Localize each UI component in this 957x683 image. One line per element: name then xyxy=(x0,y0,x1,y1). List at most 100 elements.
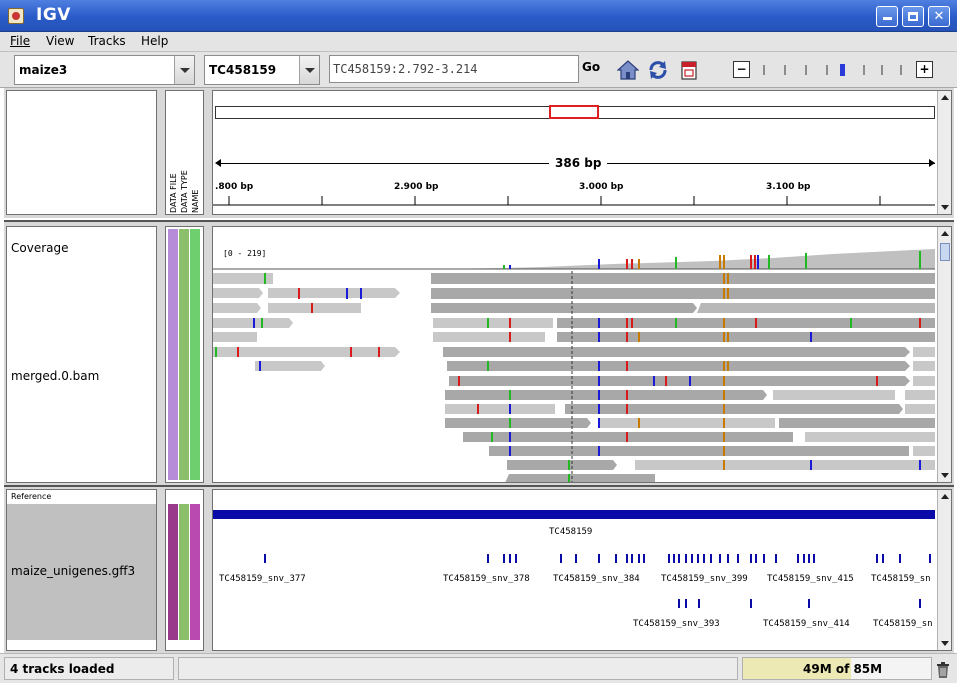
span-right-arrow-icon xyxy=(929,159,935,167)
scrollbar-thumb[interactable] xyxy=(940,243,950,261)
scroll-down-icon[interactable] xyxy=(938,200,952,214)
scroll-up-icon[interactable] xyxy=(938,490,951,504)
genome-value: maize3 xyxy=(19,63,68,77)
app-icon xyxy=(8,8,24,24)
snv-label: TC458159_snv_377 xyxy=(219,574,306,584)
close-button[interactable]: ✕ xyxy=(928,6,950,27)
ruler-tick-label: .800 bp xyxy=(215,182,254,192)
scroll-down-icon[interactable] xyxy=(938,636,951,650)
toolbar: maize3 TC458159 Go − + xyxy=(0,52,957,88)
home-icon[interactable] xyxy=(616,59,640,81)
menu-file-label: File xyxy=(10,34,31,48)
data-name-panel: Coverage merged.0.bam xyxy=(6,226,157,483)
feature-attribute-panel xyxy=(165,489,204,651)
attr-data-file-swatch[interactable] xyxy=(168,229,178,480)
menu-tracks[interactable]: Tracks xyxy=(88,34,126,48)
refresh-icon[interactable] xyxy=(647,59,669,81)
gene-feature-bar[interactable] xyxy=(213,510,935,519)
status-message: 4 tracks loaded xyxy=(10,662,115,676)
ruler-panel: 386 bp .800 bp 2.900 bp 3.000 bp 3.100 b… xyxy=(212,90,952,215)
menu-bar: File View Tracks Help xyxy=(0,32,957,52)
memory-text: 49M of 85M xyxy=(803,662,883,676)
zoom-out-button[interactable]: − xyxy=(733,61,750,78)
scroll-up-icon[interactable] xyxy=(938,91,952,105)
feature-name-panel: Reference maize_unigenes.gff3 xyxy=(6,489,157,651)
locus-input-box[interactable] xyxy=(329,55,579,83)
feature-scrollbar[interactable] xyxy=(937,490,951,650)
ruler-tick-label: 2.900 bp xyxy=(394,182,439,192)
scroll-up-icon[interactable] xyxy=(938,227,951,241)
span-left-arrow-icon xyxy=(215,159,221,167)
close-icon: ✕ xyxy=(933,9,945,24)
header-scrollbar[interactable] xyxy=(937,91,951,214)
header-panel: DATA FILE DATA TYPE NAME 386 bp .800 bp … xyxy=(4,88,954,218)
zoom-slider[interactable] xyxy=(760,64,910,76)
coverage-histogram xyxy=(433,249,935,269)
status-bar: 4 tracks loaded 49M of 85M xyxy=(0,653,957,683)
snv-label: TC458159_snv_415 xyxy=(767,574,854,584)
alignment-canvas[interactable] xyxy=(213,227,935,483)
minimize-button[interactable] xyxy=(876,6,898,27)
snv-label: TC458159_snv_399 xyxy=(661,574,748,584)
feature-panel: Reference maize_unigenes.gff3 TC458159 T… xyxy=(4,485,954,653)
alignment-panel: [0 - 219] xyxy=(212,226,952,483)
zoom-in-button[interactable]: + xyxy=(916,61,933,78)
locus-input[interactable] xyxy=(330,56,578,82)
aligned-reads xyxy=(213,273,935,482)
snv-label: TC458159_sn xyxy=(871,574,931,584)
attr-data-type-swatch[interactable] xyxy=(179,229,189,480)
selected-track-highlight[interactable]: maize_unigenes.gff3 xyxy=(7,504,156,640)
ruler-tick-label: 3.000 bp xyxy=(579,182,624,192)
attr-data-type-swatch[interactable] xyxy=(179,504,189,640)
menu-view[interactable]: View xyxy=(46,34,74,48)
bam-track-label[interactable]: merged.0.bam xyxy=(11,369,99,383)
ruler-tick-label: 3.100 bp xyxy=(766,182,811,192)
header-name-panel xyxy=(6,90,157,215)
snv-label: TC458159_snv_384 xyxy=(553,574,640,584)
attr-data-type-label[interactable]: DATA TYPE xyxy=(180,170,189,213)
roi-icon[interactable] xyxy=(678,59,700,81)
menu-file[interactable]: File xyxy=(10,34,30,48)
menu-help-label: Help xyxy=(141,34,169,48)
data-scrollbar[interactable] xyxy=(937,227,951,482)
snv-label: TC458159_sn xyxy=(873,619,933,629)
attr-data-file-label[interactable]: DATA FILE xyxy=(169,173,178,213)
zoom-in-icon: + xyxy=(919,62,930,76)
title-bar: IGV ✕ xyxy=(0,0,957,32)
data-panel: Coverage merged.0.bam [0 - 219] xyxy=(4,220,954,485)
coverage-track-label[interactable]: Coverage xyxy=(11,241,69,255)
memory-indicator[interactable]: 49M of 85M xyxy=(742,657,932,680)
go-button[interactable]: Go xyxy=(582,60,600,74)
ruler-ticks xyxy=(213,196,935,206)
snv-label: TC458159_snv_393 xyxy=(633,619,720,629)
reference-label: Reference xyxy=(11,492,52,501)
attr-name-swatch[interactable] xyxy=(190,504,200,640)
feature-track-panel: TC458159 TC458159_snv_377 TC458159_snv_3… xyxy=(212,489,952,651)
window-title: IGV xyxy=(36,5,71,25)
chevron-down-icon[interactable] xyxy=(299,56,319,84)
gff-track-label[interactable]: maize_unigenes.gff3 xyxy=(11,564,135,578)
attr-name-label[interactable]: NAME xyxy=(191,190,200,213)
status-message-box: 4 tracks loaded xyxy=(4,657,174,680)
menu-help[interactable]: Help xyxy=(141,34,168,48)
trash-icon[interactable] xyxy=(936,662,950,678)
zoom-out-icon: − xyxy=(736,62,747,76)
chromosome-dropdown[interactable]: TC458159 xyxy=(204,55,320,85)
attr-data-file-swatch[interactable] xyxy=(168,504,178,640)
maximize-icon xyxy=(908,12,918,21)
chevron-down-icon[interactable] xyxy=(174,56,194,84)
gene-label: TC458159 xyxy=(549,527,593,537)
current-region-box[interactable] xyxy=(549,105,599,119)
menu-tracks-label: Tracks xyxy=(88,34,126,48)
scroll-down-icon[interactable] xyxy=(938,468,951,482)
chromosome-value: TC458159 xyxy=(209,63,277,77)
attr-name-swatch[interactable] xyxy=(190,229,200,480)
data-attribute-panel xyxy=(165,226,204,483)
genome-dropdown[interactable]: maize3 xyxy=(14,55,195,85)
menu-view-label: View xyxy=(46,34,75,48)
minimize-icon xyxy=(882,17,892,20)
snv-label: TC458159_snv_378 xyxy=(443,574,530,584)
maximize-button[interactable] xyxy=(902,6,924,27)
span-label: 386 bp xyxy=(549,156,608,170)
status-info-box xyxy=(178,657,738,680)
